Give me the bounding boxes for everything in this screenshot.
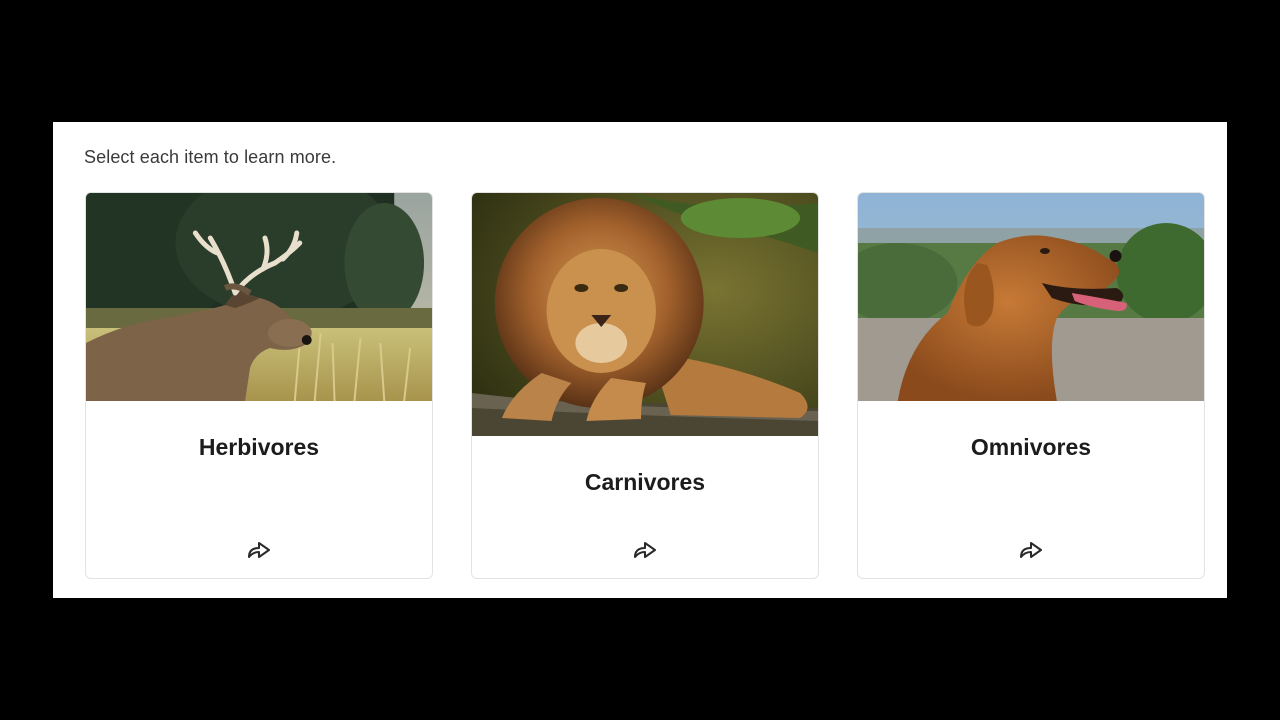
card-herbivores[interactable]: Herbivores bbox=[85, 192, 433, 579]
card-title: Herbivores bbox=[198, 434, 320, 460]
card-title: Omnivores bbox=[970, 434, 1092, 460]
deer-image bbox=[86, 193, 432, 401]
share-arrow-icon[interactable] bbox=[246, 540, 272, 560]
content-panel: Select each item to learn more. Herbivor… bbox=[53, 122, 1227, 598]
dog-image bbox=[858, 193, 1204, 401]
card-title: Carnivores bbox=[584, 469, 706, 495]
card-omnivores[interactable]: Omnivores bbox=[857, 192, 1205, 579]
share-arrow-icon[interactable] bbox=[1018, 540, 1044, 560]
card-carnivores[interactable]: Carnivores bbox=[471, 192, 819, 579]
lion-image bbox=[472, 193, 818, 436]
share-arrow-icon[interactable] bbox=[632, 540, 658, 560]
instructions-text: Select each item to learn more. bbox=[84, 147, 337, 167]
